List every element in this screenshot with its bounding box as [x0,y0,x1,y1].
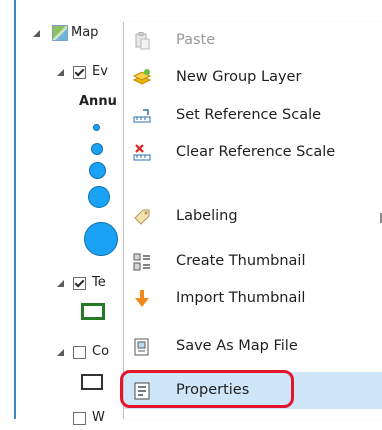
menu-item-save-as-map-file[interactable]: Save As Map File [124,328,382,365]
menu-item-label: Import Thumbnail [176,290,306,306]
expand-arrow-icon[interactable] [57,349,64,356]
expand-arrow-icon[interactable] [57,280,64,287]
clear-reference-scale-icon [132,143,152,163]
tree-item-label: Co [92,344,110,359]
menu-item-label: New Group Layer [176,69,302,85]
set-reference-scale-icon [132,106,152,126]
tree-item-label: Ev [92,64,108,79]
menu-item-clear-reference-scale[interactable]: Clear Reference Scale [124,134,382,171]
import-thumbnail-icon [132,289,152,309]
legend-symbol-circle [84,222,118,256]
legend-heading-label: Annu [79,94,117,109]
menu-item-create-thumbnail[interactable]: Create Thumbnail [124,243,382,280]
paste-icon [132,31,152,51]
pane-left-border [14,0,16,419]
menu-item-label: Paste [176,32,216,48]
layer-visibility-checkbox[interactable] [73,277,86,290]
menu-item-set-reference-scale[interactable]: Set Reference Scale [124,97,382,134]
tree-item-label: Map [71,25,99,40]
legend-symbol-circle [93,124,100,131]
create-thumbnail-icon [132,252,152,272]
legend-symbol-circle [91,143,103,155]
new-group-layer-icon [132,68,152,88]
menu-item-labeling[interactable]: Labeling [124,198,382,235]
map-icon [52,25,68,41]
legend-symbol-square [81,374,103,390]
expand-arrow-icon[interactable] [33,30,40,37]
menu-item-label: Set Reference Scale [176,107,322,123]
menu-item-label: Create Thumbnail [176,253,306,269]
menu-item-import-thumbnail[interactable]: Import Thumbnail [124,280,382,317]
save-as-map-file-icon [132,337,152,357]
tree-item-label: W [92,410,105,425]
legend-symbol-circle [88,186,110,208]
menu-item-paste[interactable]: Paste [124,22,382,59]
legend-symbol-circle [89,162,106,179]
tree-item-label: Te [92,275,106,290]
expand-arrow-icon[interactable] [57,69,64,76]
menu-item-label: Save As Map File [176,338,298,354]
properties-highlight-annotation [120,370,294,408]
menu-item-label: Labeling [176,208,238,224]
menu-item-label: Clear Reference Scale [176,144,336,160]
layer-visibility-checkbox[interactable] [73,66,86,79]
layer-visibility-checkbox[interactable] [73,346,86,359]
labeling-icon [132,207,152,227]
menu-item-new-group-layer[interactable]: New Group Layer [124,59,382,96]
context-menu: Paste New Group Layer Set Reference Scal… [123,22,382,419]
legend-symbol-square [81,303,105,320]
